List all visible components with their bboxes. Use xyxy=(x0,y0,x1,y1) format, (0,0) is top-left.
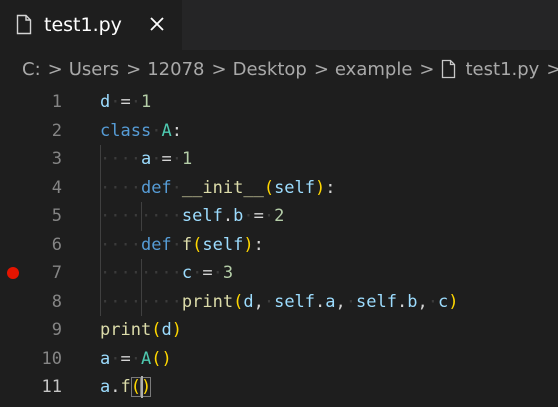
breadcrumb-item-c[interactable]: C: xyxy=(22,59,41,80)
code-text: ········print(d,·self.a,·self.b,·c) xyxy=(100,291,459,312)
code-line[interactable]: 8 ········print(d,·self.a,·self.b,·c) xyxy=(0,288,558,317)
indent-guide xyxy=(100,145,101,316)
code-line[interactable]: 1 d·=·1 xyxy=(0,88,558,117)
tab-test1-py[interactable]: test1.py xyxy=(0,0,182,50)
line-number: 4 xyxy=(51,177,62,198)
breadcrumb-item-file[interactable]: test1.py xyxy=(441,58,540,80)
line-number: 6 xyxy=(51,234,62,255)
code-line[interactable]: 4 ····def·__init__(self): xyxy=(0,174,558,203)
breadcrumb-item-desktop[interactable]: Desktop xyxy=(233,59,307,80)
chevron-right-icon: > xyxy=(419,58,435,80)
code-text: a.f() xyxy=(100,376,152,399)
chevron-right-icon: > xyxy=(313,58,329,80)
chevron-right-icon: > xyxy=(47,58,63,80)
chevron-right-icon: > xyxy=(211,58,227,80)
breakpoint-icon[interactable] xyxy=(7,267,19,280)
line-number: 10 xyxy=(41,348,62,369)
line-number: 5 xyxy=(51,206,62,226)
code-line[interactable]: 2 class·A: xyxy=(0,117,558,146)
code-text: a·=·A() xyxy=(100,348,172,369)
breadcrumb: C: > Users >12078 > Desktop > example > test1.py >… xyxy=(0,50,558,88)
breadcrumb-item-example[interactable]: example xyxy=(335,59,412,80)
line-number: 8 xyxy=(51,291,62,312)
breadcrumb-path: C: > Users >12078 > Desktop > example > test1.py >… xyxy=(22,57,558,81)
vertical-scrollbar[interactable] xyxy=(544,88,558,407)
code-line[interactable]: 3 ····a·=·1 xyxy=(0,145,558,174)
code-text: ········self.b·=·2 xyxy=(100,206,285,226)
line-number: 2 xyxy=(51,120,62,141)
line-number: 7 xyxy=(51,263,62,283)
code-text: print(d) xyxy=(100,320,182,340)
code-text: ····a·=·1 xyxy=(100,149,193,169)
line-number: 3 xyxy=(51,149,62,169)
breadcrumb-item-users[interactable]: Users xyxy=(69,59,119,80)
breadcrumb-item-12078[interactable]: 12078 xyxy=(147,59,204,80)
code-line[interactable]: 10 a·=·A() xyxy=(0,345,558,374)
code-text: d·=·1 xyxy=(100,92,152,112)
code-text: ····def·f(self): xyxy=(100,234,264,255)
code-line[interactable]: 9 print(d) xyxy=(0,316,558,345)
chevron-right-icon: > xyxy=(546,58,558,80)
file-icon xyxy=(16,14,32,35)
chevron-right-icon: > xyxy=(126,58,142,80)
editor-window: test1.py C: > Users >12078 > Desktop > example >… xyxy=(0,0,558,407)
breadcrumb-file-label: test1.py xyxy=(465,58,540,80)
tab-bar: test1.py xyxy=(0,0,558,50)
text-cursor xyxy=(140,376,143,399)
tab-label: test1.py xyxy=(44,14,122,36)
indent-guide xyxy=(140,202,142,231)
indent-guide xyxy=(140,259,142,316)
code-line[interactable]: 5 ········self.b·=·2 xyxy=(0,202,558,231)
line-number: 1 xyxy=(51,92,62,112)
code-editor[interactable]: 1 d·=·1 2 class·A: 3 ····a·=·1 4 ····def·__init… xyxy=(0,88,558,407)
code-line[interactable]: 7 ········c·=·3 xyxy=(0,259,558,288)
code-text: class·A: xyxy=(100,120,182,141)
close-icon[interactable] xyxy=(146,13,168,35)
code-line[interactable]: 6 ····def·f(self): xyxy=(0,231,558,260)
line-number: 11 xyxy=(41,377,62,397)
code-line[interactable]: 11 a.f() xyxy=(0,373,558,402)
code-text: ····def·__init__(self): xyxy=(100,177,336,198)
file-icon xyxy=(441,59,455,79)
code-text: ········c·=·3 xyxy=(100,263,234,283)
line-number: 9 xyxy=(51,320,62,340)
